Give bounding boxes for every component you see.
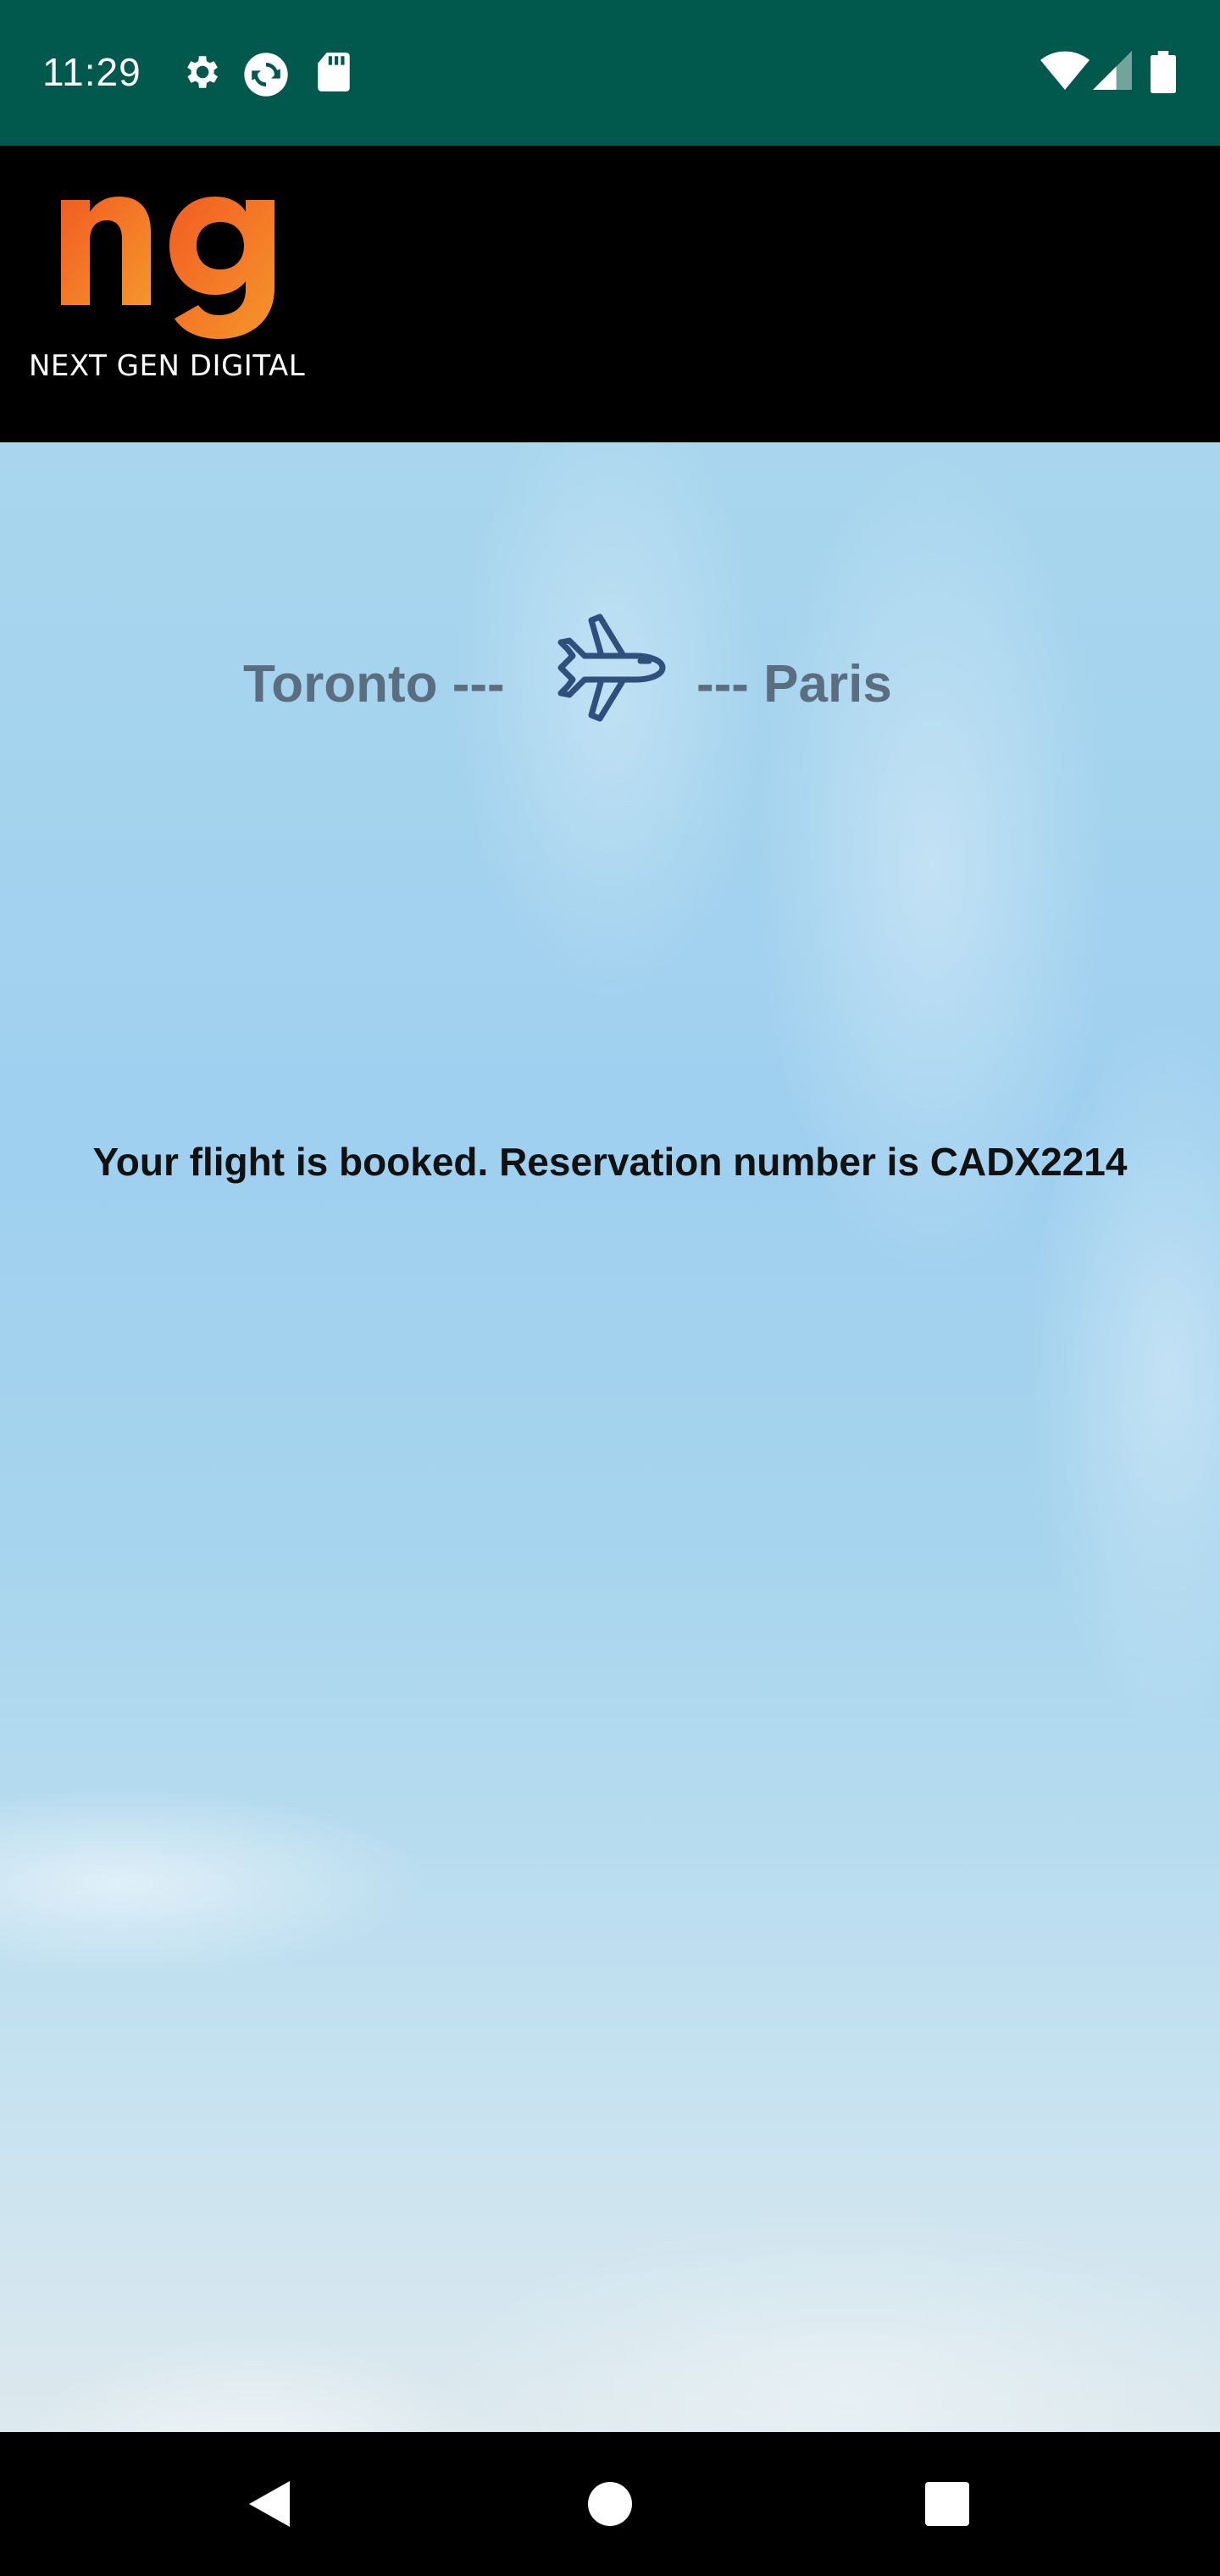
battery-icon bbox=[1151, 51, 1176, 97]
route-destination: --- Paris bbox=[696, 655, 892, 713]
back-icon bbox=[249, 2481, 290, 2527]
cell-signal-icon bbox=[1093, 51, 1132, 94]
route-display: Toronto --- --- Paris bbox=[0, 612, 1220, 730]
recents-icon bbox=[925, 2482, 969, 2526]
sd-card-icon bbox=[315, 51, 352, 97]
logo-caption: NEXT GEN DIGITAL bbox=[29, 349, 306, 383]
wifi-icon bbox=[1040, 51, 1090, 94]
status-bar: 11:29 bbox=[0, 0, 1220, 146]
recents-button[interactable] bbox=[879, 2432, 1015, 2576]
home-button[interactable] bbox=[542, 2432, 678, 2576]
airplane-icon bbox=[549, 612, 669, 726]
app-header: NEXT GEN DIGITAL bbox=[0, 146, 1220, 442]
ng-logo bbox=[58, 186, 278, 343]
route-origin: Toronto --- bbox=[243, 655, 505, 713]
navigation-bar bbox=[0, 2432, 1220, 2576]
status-time: 11:29 bbox=[42, 50, 141, 94]
back-button[interactable] bbox=[202, 2432, 337, 2576]
booking-confirmation: Your flight is booked. Reservation numbe… bbox=[92, 1140, 1128, 1184]
sync-icon bbox=[242, 51, 290, 103]
content-area: Toronto --- --- Paris Your flight is boo… bbox=[0, 442, 1220, 2432]
screen: 11:29 NEXT GEN DIGITAL Toronto --- --- P… bbox=[0, 0, 1220, 2576]
gear-icon bbox=[180, 51, 222, 97]
home-icon bbox=[588, 2482, 632, 2526]
